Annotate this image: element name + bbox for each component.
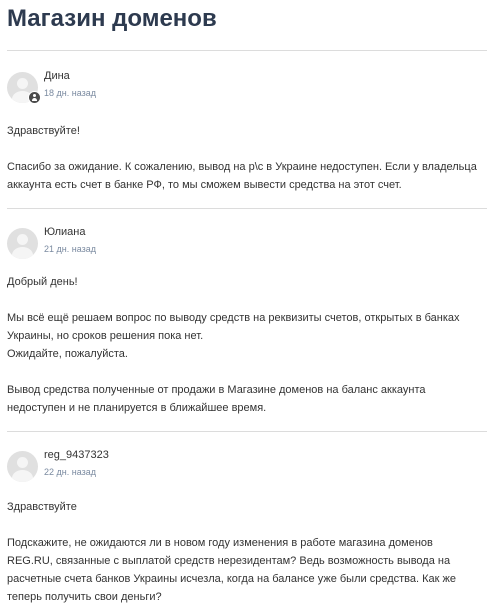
comment: Дина 18 дн. назад Здравствуйте! Спасибо … xyxy=(7,69,487,209)
comment-time: 22 дн. назад xyxy=(44,467,96,477)
comment: Юлиана 21 дн. назад Добрый день! Мы всё … xyxy=(7,225,487,432)
divider xyxy=(7,50,487,51)
comment-header: reg_9437323 22 дн. назад xyxy=(7,448,487,490)
comment-author: Дина xyxy=(44,70,70,82)
comment-paragraph: Мы всё ещё решаем вопрос по выводу средс… xyxy=(7,312,460,342)
comment-paragraph: Спасибо за ожидание. К сожалению, вывод … xyxy=(7,161,477,191)
comment-paragraph: Добрый день! xyxy=(7,276,78,288)
comment-time: 21 дн. назад xyxy=(44,244,96,254)
comment-paragraph: Ожидайте, пожалуйста. xyxy=(7,348,128,360)
comment-paragraph: Здравствуйте! xyxy=(7,125,80,137)
divider xyxy=(7,208,487,209)
avatar-head-shape xyxy=(17,78,28,89)
avatar-head-shape xyxy=(17,457,28,468)
comment-header: Дина 18 дн. назад xyxy=(7,69,487,111)
divider xyxy=(7,431,487,432)
comment-paragraph: Здравствуйте xyxy=(7,501,77,513)
comment-body: Здравствуйте! Спасибо за ожидание. К сож… xyxy=(7,122,487,194)
comment-author: Юлиана xyxy=(44,226,86,238)
comment-paragraph: Подскажите, не ожидаются ли в новом году… xyxy=(7,537,456,603)
page-title: Магазин доменов xyxy=(7,5,217,32)
comment-body: Здравствуйте Подскажите, не ожидаются ли… xyxy=(7,498,487,606)
avatar xyxy=(7,228,38,259)
avatar-body-shape xyxy=(12,247,33,259)
avatar-head-shape xyxy=(17,234,28,245)
avatar-body-shape xyxy=(12,470,33,482)
page: Магазин доменов Дина 18 дн. назад Здравс… xyxy=(7,0,487,606)
comment-time: 18 дн. назад xyxy=(44,88,96,98)
comment-author: reg_9437323 xyxy=(44,449,109,461)
comment-paragraph: Вывод средства полученные от продажи в М… xyxy=(7,384,426,414)
user-badge-icon xyxy=(28,91,41,104)
comment-header: Юлиана 21 дн. назад xyxy=(7,225,487,267)
avatar xyxy=(7,451,38,482)
comment-body: Добрый день! Мы всё ещё решаем вопрос по… xyxy=(7,273,487,417)
comment: reg_9437323 22 дн. назад Здравствуйте По… xyxy=(7,448,487,606)
